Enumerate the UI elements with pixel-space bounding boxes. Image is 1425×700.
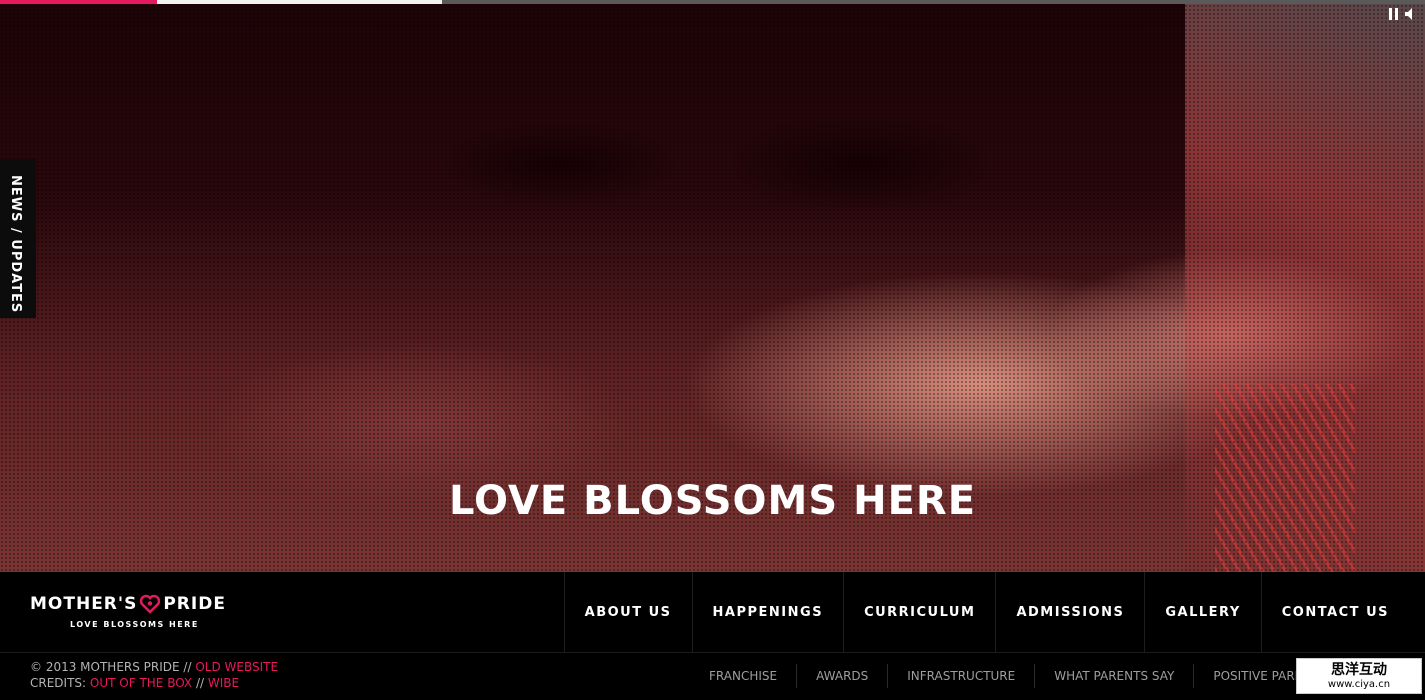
credits-separator: // [195,676,205,690]
slider-progress-fill [0,0,157,4]
credits-line: CREDITS: OUT OF THE BOX // WIBE [30,675,278,691]
brand-logo[interactable]: MOTHER'S PRIDE LOVE BLOSSOMS HERE [30,594,226,629]
copyright-line: © 2013 MOTHERS PRIDE // OLD WEBSITE [30,659,278,675]
slider-buffer-fill [157,0,442,4]
heart-icon [140,594,161,614]
legal-info: © 2013 MOTHERS PRIDE // OLD WEBSITE CRED… [30,659,278,691]
slider-progress-bar [0,0,1425,4]
nav-item-happenings[interactable]: HAPPENINGS [691,572,844,652]
nav-item-admissions[interactable]: ADMISSIONS [995,572,1144,652]
credits-label: CREDITS: [30,676,87,690]
credit-out-of-the-box-link[interactable]: OUT OF THE BOX [90,676,192,690]
news-updates-tab[interactable]: NEWS / UPDATES [0,159,36,318]
brand-wordmark: MOTHER'S PRIDE [30,594,226,614]
nav-item-gallery[interactable]: GALLERY [1144,572,1260,652]
credit-wibe-link[interactable]: WIBE [208,676,239,690]
watermark-badge: 思洋互动 www.ciya.cn [1296,658,1422,694]
brand-name-right: PRIDE [163,594,226,614]
hero-tagline: LOVE BLOSSOMS HERE [448,478,977,524]
main-nav: ABOUT US HAPPENINGS CURRICULUM ADMISSION… [563,572,1425,652]
volume-icon[interactable] [1405,8,1417,23]
nav-item-about-us[interactable]: ABOUT US [563,572,692,652]
sub-nav-awards[interactable]: AWARDS [796,664,887,688]
sub-nav-what-parents-say[interactable]: WHAT PARENTS SAY [1034,664,1193,688]
sub-nav-franchise[interactable]: FRANCHISE [690,664,796,688]
nav-item-curriculum[interactable]: CURRICULUM [843,572,995,652]
secondary-nav: FRANCHISE AWARDS INFRASTRUCTURE WHAT PAR… [690,652,1359,700]
watermark-url: www.ciya.cn [1327,679,1391,690]
nav-item-contact-us[interactable]: CONTACT US [1260,572,1425,652]
site-footer: MOTHER'S PRIDE LOVE BLOSSOMS HERE ABOUT … [0,572,1425,700]
brand-tagline: LOVE BLOSSOMS HERE [70,620,199,629]
pause-icon[interactable] [1389,8,1399,23]
old-website-link[interactable]: OLD WEBSITE [195,660,278,674]
sub-nav-infrastructure[interactable]: INFRASTRUCTURE [887,664,1034,688]
copyright-text: © 2013 MOTHERS PRIDE // [30,660,192,674]
media-controls [1389,8,1417,23]
news-updates-label: NEWS / UPDATES [8,175,23,314]
brand-name-left: MOTHER'S [30,594,138,614]
watermark-name: 思洋互动 [1331,662,1387,678]
